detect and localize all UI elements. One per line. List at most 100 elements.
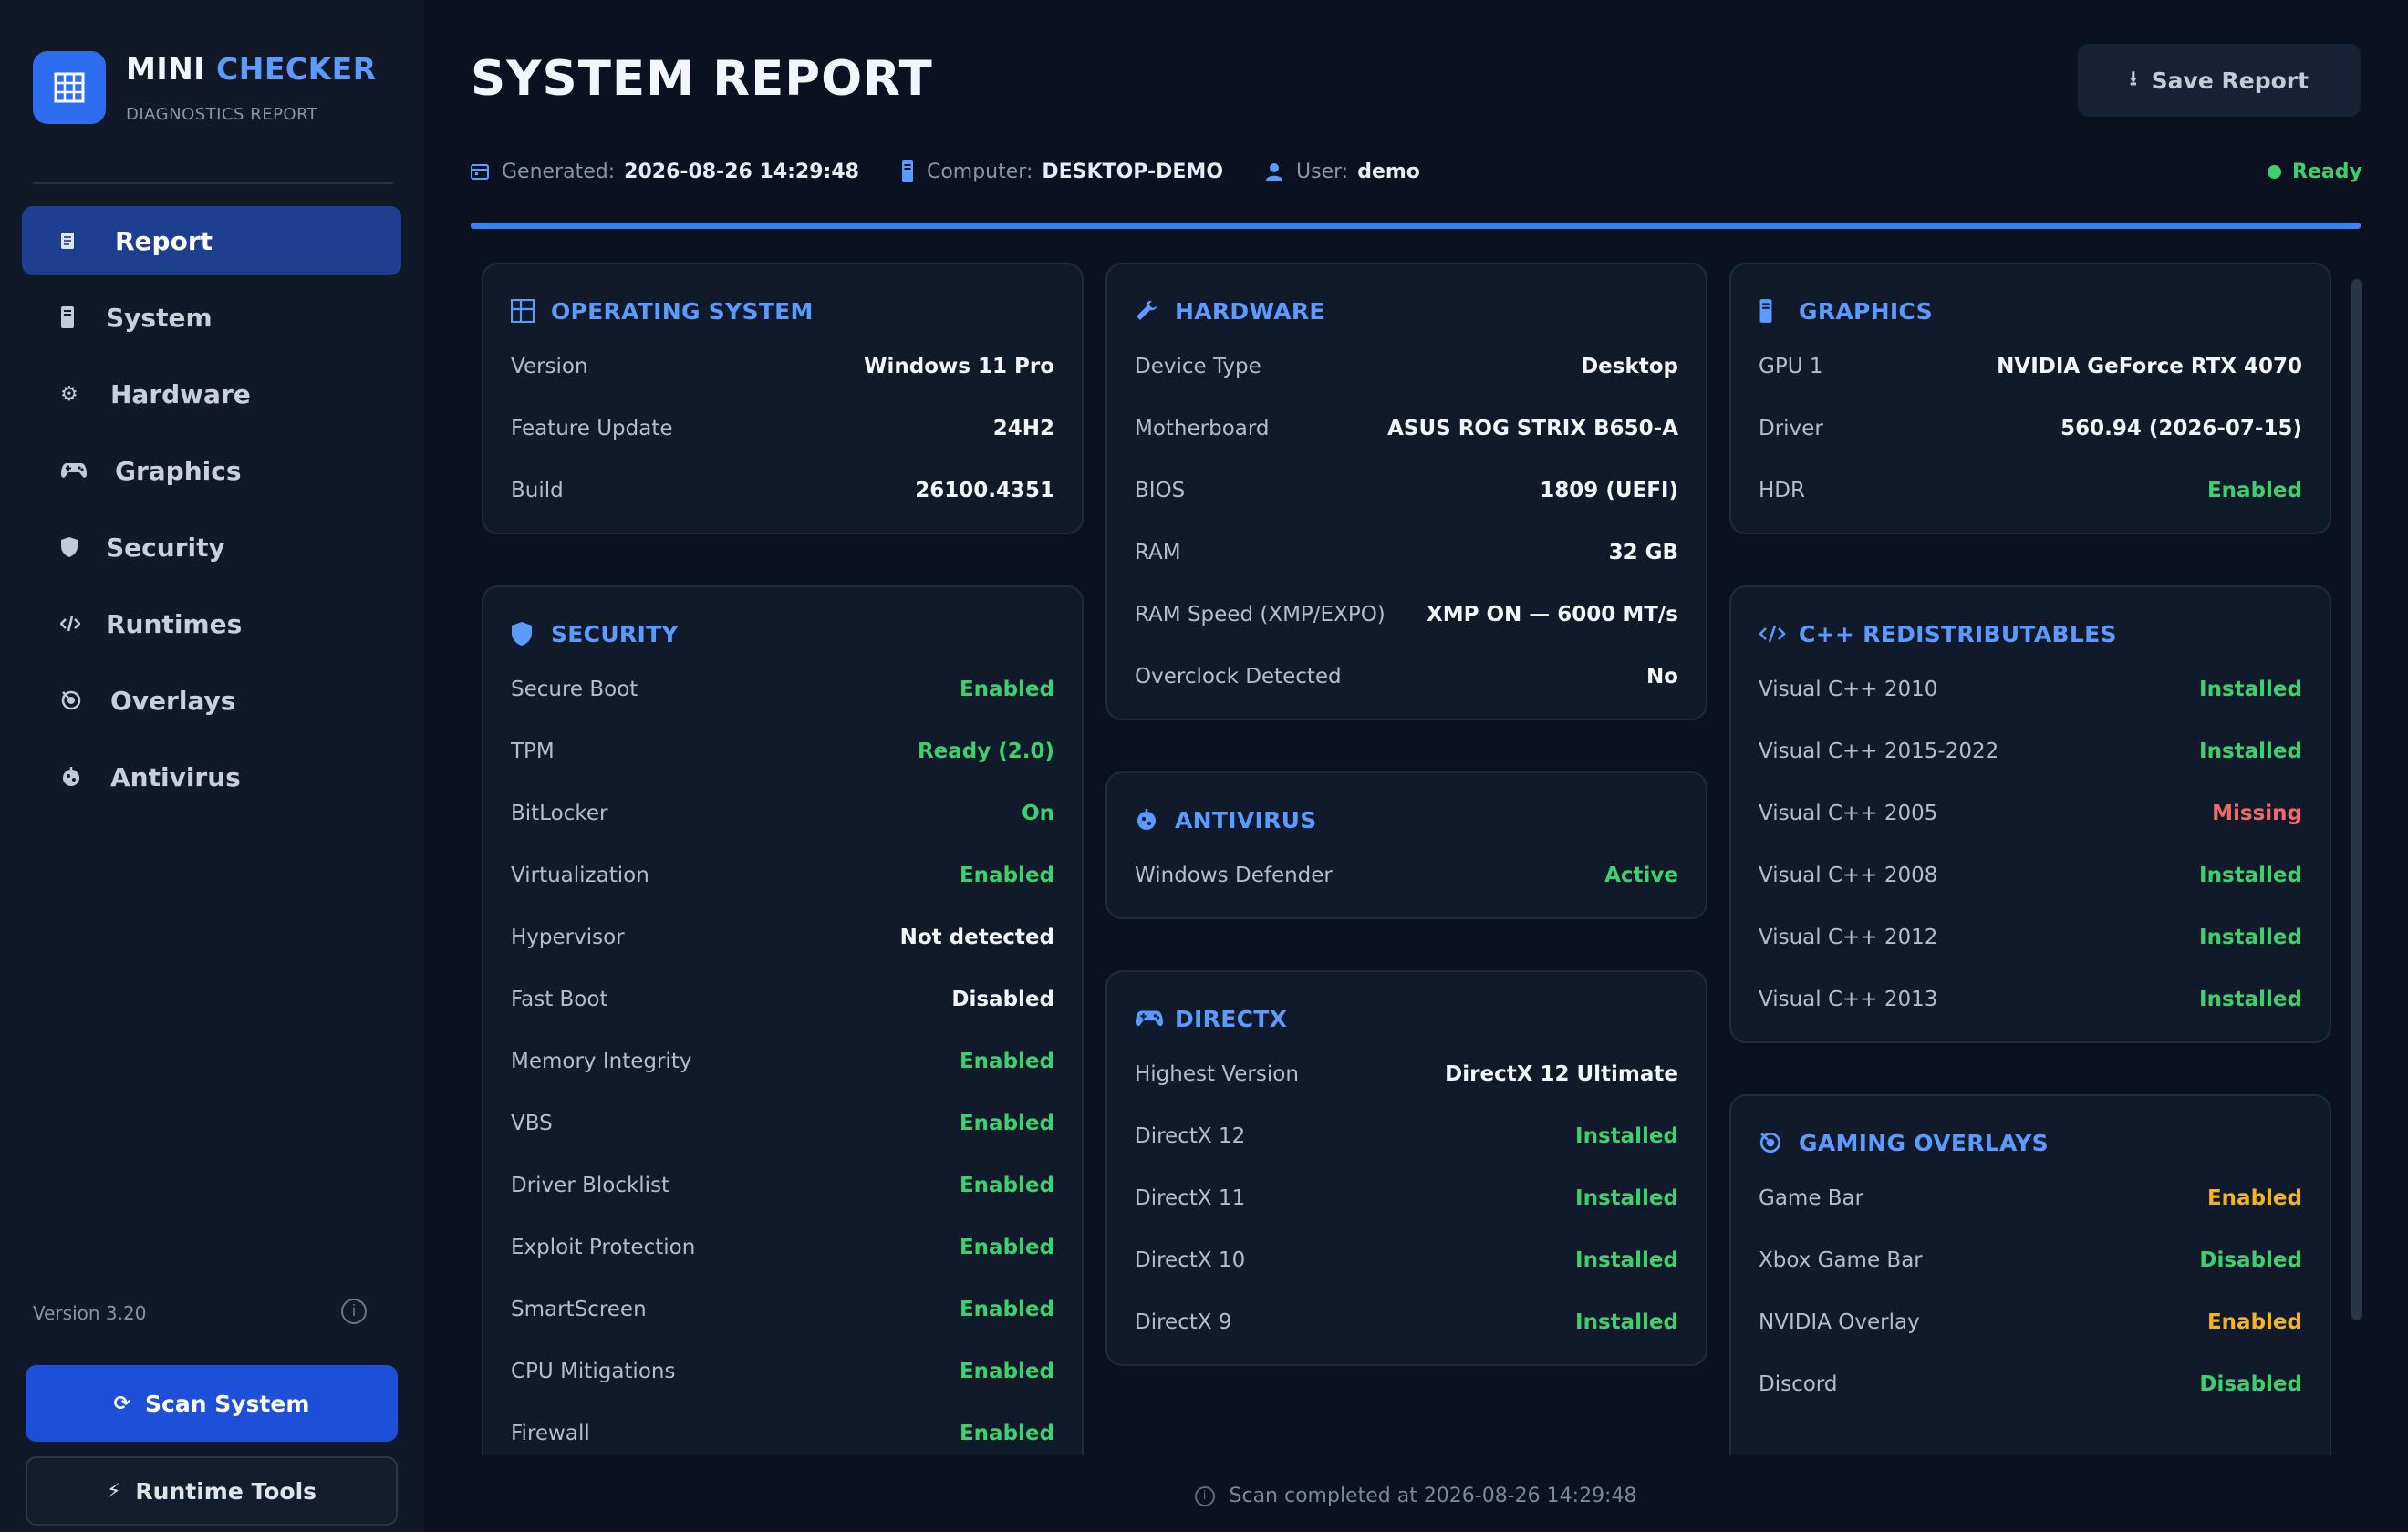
- row-value: Installed: [1575, 1310, 1678, 1334]
- scan-progress-fill: [471, 223, 2361, 229]
- card-title: OPERATING SYSTEM: [551, 297, 814, 325]
- info-row: Secure Boot Enabled: [483, 658, 1082, 720]
- runtime-tools-label: Runtime Tools: [135, 1477, 317, 1505]
- row-value: Installed: [1575, 1124, 1678, 1148]
- sidebar-item-label: Graphics: [115, 455, 242, 486]
- info-row: Highest Version DirectX 12 Ultimate: [1107, 1043, 1706, 1105]
- sidebar-item-system[interactable]: System: [22, 283, 401, 352]
- row-value: Installed: [2199, 926, 2302, 949]
- info-row: NVIDIA Overlay Enabled: [1731, 1291, 2330, 1353]
- row-label: Firewall: [511, 1422, 590, 1445]
- info-row: BIOS 1809 (UEFI): [1107, 460, 1706, 522]
- report-icon: [60, 232, 115, 250]
- status-dot-icon: [2268, 164, 2281, 179]
- sidebar-item-graphics[interactable]: Graphics: [22, 436, 401, 505]
- row-value: Enabled: [959, 864, 1054, 887]
- gamepad-icon: [1135, 1009, 1175, 1029]
- meta-user-label: User:: [1296, 160, 1349, 183]
- row-value: 560.94 (2026-07-15): [2060, 417, 2302, 440]
- overlays-icon: [1759, 1131, 1799, 1154]
- sidebar-item-antivirus[interactable]: Antivirus: [22, 742, 401, 812]
- sidebar-item-runtimes[interactable]: Runtimes: [22, 589, 401, 658]
- shield-icon: [511, 621, 551, 647]
- meta-generated-label: Generated:: [502, 160, 616, 183]
- computer-icon: [901, 160, 914, 183]
- row-value: Enabled: [959, 1174, 1054, 1197]
- row-label: Build: [511, 479, 564, 502]
- meta-generated-value: 2026-08-26 14:29:48: [624, 160, 859, 183]
- info-row: Visual C++ 2005 Missing: [1731, 782, 2330, 844]
- sidebar-item-report[interactable]: Report: [22, 206, 401, 275]
- sidebar-item-hardware[interactable]: ⚙ Hardware: [22, 359, 401, 429]
- system-icon: [60, 305, 106, 329]
- row-label: Visual C++ 2015-2022: [1759, 740, 1999, 763]
- info-row: RAM Speed (XMP/EXPO) XMP ON — 6000 MT/s: [1107, 584, 1706, 646]
- row-value: Enabled: [959, 1298, 1054, 1321]
- card-title: C++ REDISTRIBUTABLES: [1799, 620, 2117, 647]
- row-label: TPM: [511, 740, 555, 763]
- row-label: Version: [511, 355, 588, 378]
- row-value: Disabled: [2199, 1248, 2302, 1272]
- info-row: Xbox Game Bar Disabled: [1731, 1229, 2330, 1291]
- row-label: Visual C++ 2012: [1759, 926, 1938, 949]
- info-icon[interactable]: i: [341, 1299, 367, 1324]
- app-logo-icon: [33, 51, 106, 124]
- info-row: Driver Blocklist Enabled: [483, 1154, 1082, 1216]
- row-value: Ready (2.0): [917, 740, 1054, 763]
- row-label: Overclock Detected: [1135, 665, 1342, 688]
- scan-system-button[interactable]: ⟳ Scan System: [26, 1365, 398, 1442]
- row-value: DirectX 12 Ultimate: [1445, 1062, 1678, 1086]
- app-title: MINI CHECKER: [126, 51, 377, 87]
- row-value: Installed: [2199, 740, 2302, 763]
- card-title: GRAPHICS: [1799, 297, 1933, 325]
- card-graphics: GRAPHICS GPU 1 NVIDIA GeForce RTX 4070 Dri…: [1729, 263, 2331, 534]
- row-label: CPU Mitigations: [511, 1360, 676, 1383]
- runtime-tools-button[interactable]: ⚡ Runtime Tools: [26, 1456, 398, 1526]
- info-row: Visual C++ 2015-2022 Installed: [1731, 720, 2330, 782]
- row-label: Visual C++ 2010: [1759, 678, 1938, 701]
- sidebar-item-overlays[interactable]: Overlays: [22, 666, 401, 735]
- card-cpp-redistributables: C++ REDISTRIBUTABLES Visual C++ 2010 Inst…: [1729, 585, 2331, 1043]
- sidebar-nav: Report System ⚙ Hardware Graphics Securi…: [22, 206, 401, 819]
- windows-icon: [511, 299, 551, 323]
- info-row: Version Windows 11 Pro: [483, 336, 1082, 398]
- card-title: GAMING OVERLAYS: [1799, 1129, 2049, 1156]
- row-value: Enabled: [2206, 1186, 2302, 1210]
- save-report-button[interactable]: ⭳ Save Report: [2078, 44, 2361, 117]
- card-antivirus: ANTIVIRUS Windows Defender Active: [1105, 771, 1707, 919]
- row-label: Exploit Protection: [511, 1236, 696, 1259]
- row-value: Disabled: [951, 988, 1054, 1011]
- sidebar-item-label: Report: [115, 225, 213, 256]
- meta-computer-value: DESKTOP-DEMO: [1042, 160, 1224, 183]
- info-row: Virtualization Enabled: [483, 844, 1082, 906]
- page-title: SYSTEM REPORT: [471, 51, 933, 107]
- row-label: Fast Boot: [511, 988, 608, 1011]
- row-label: Hypervisor: [511, 926, 625, 949]
- brand: MINI CHECKER DIAGNOSTICS REPORT: [33, 51, 377, 124]
- row-label: Motherboard: [1135, 417, 1270, 440]
- row-value: 24H2: [992, 417, 1054, 440]
- antivirus-icon: [60, 766, 110, 788]
- row-value: Enabled: [2206, 1310, 2302, 1334]
- sidebar-item-label: Hardware: [110, 378, 251, 409]
- row-value: Not detected: [899, 926, 1054, 949]
- row-value: Missing: [2212, 802, 2302, 825]
- row-value: Enabled: [959, 1422, 1054, 1445]
- info-row: BitLocker On: [483, 782, 1082, 844]
- info-row: Fast Boot Disabled: [483, 968, 1082, 1030]
- content-scrollbar[interactable]: [2351, 279, 2362, 1320]
- info-row: DirectX 11 Installed: [1107, 1167, 1706, 1229]
- info-row: SmartScreen Enabled: [483, 1278, 1082, 1340]
- row-label: Visual C++ 2008: [1759, 864, 1938, 887]
- info-row: TPM Ready (2.0): [483, 720, 1082, 782]
- row-value: Desktop: [1581, 355, 1678, 378]
- sidebar-item-security[interactable]: Security: [22, 512, 401, 582]
- download-icon: ⭳: [2129, 67, 2137, 90]
- info-row: Exploit Protection Enabled: [483, 1216, 1082, 1278]
- info-row: Build 26100.4351: [483, 460, 1082, 522]
- row-value: No: [1645, 665, 1678, 688]
- info-row: DirectX 12 Installed: [1107, 1105, 1706, 1167]
- report-content: OPERATING SYSTEM Version Windows 11 Pro Fe…: [471, 246, 2361, 1455]
- row-label: Highest Version: [1135, 1062, 1299, 1086]
- status-label: Ready: [2292, 160, 2362, 183]
